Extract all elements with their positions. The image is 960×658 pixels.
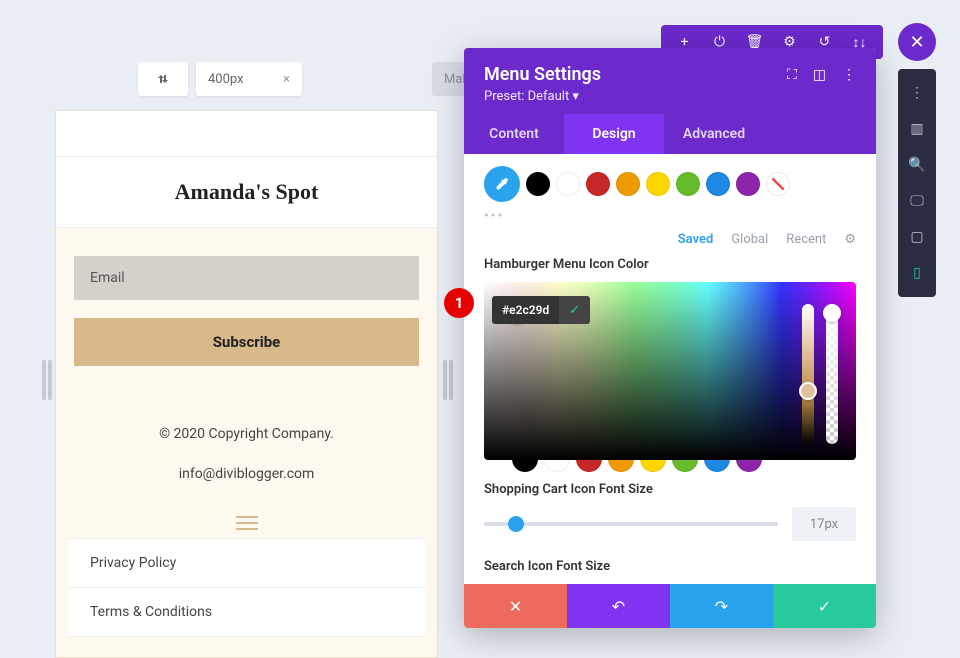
color-swatch[interactable] — [586, 172, 610, 196]
email-field[interactable]: Email — [74, 256, 419, 300]
hex-value[interactable]: #e2c29d — [492, 296, 559, 324]
save-button[interactable]: ✓ — [773, 584, 876, 628]
panel-title: Menu Settings — [484, 64, 601, 85]
copyright-text: © 2020 Copyright Company. — [56, 426, 437, 442]
color-swatch[interactable] — [646, 172, 670, 196]
palette-settings-icon[interactable]: ⚙ — [844, 232, 856, 247]
menu-item-privacy[interactable]: Privacy Policy — [68, 539, 425, 588]
color-swatch[interactable] — [706, 172, 730, 196]
tab-design[interactable]: Design — [564, 114, 664, 154]
resize-handle-right[interactable] — [449, 360, 453, 400]
palette-tabs: Saved Global Recent ⚙ — [484, 232, 856, 247]
range-knob[interactable] — [508, 516, 524, 532]
range-value[interactable]: 17px — [792, 507, 856, 541]
color-swatch-none[interactable] — [766, 172, 790, 196]
phone-icon[interactable]: ▯ — [901, 257, 933, 289]
email-placeholder: Email — [90, 270, 125, 286]
hex-input-chip: #e2c29d ✓ — [492, 296, 590, 324]
redo-button[interactable]: ↷ — [670, 584, 773, 628]
color-picker[interactable]: #e2c29d ✓ — [484, 282, 856, 460]
contact-email: info@diviblogger.com — [56, 466, 437, 482]
resize-handle-left[interactable] — [48, 360, 52, 400]
view-mode-bar: ⋮ ▥ 🔍 🖵 ▢ ▯ — [898, 69, 936, 297]
mobile-preview: Amanda's Spot Email Subscribe © 2020 Cop… — [55, 110, 438, 658]
search-icon-color-swatches — [484, 166, 856, 202]
footer: © 2020 Copyright Company. info@diviblogg… — [56, 426, 437, 530]
preview-width-chip[interactable]: 400px × — [196, 62, 302, 96]
hue-slider[interactable] — [802, 304, 814, 444]
panel-footer: ✕ ↶ ↷ ✓ — [464, 584, 876, 628]
panel-body: ••• Saved Global Recent ⚙ Hamburger Menu… — [464, 154, 876, 584]
annotation-badge-1: 1 — [444, 288, 474, 318]
menu-settings-panel: Menu Settings ⛶ ◫ ⋮ Preset: Default ▾ Co… — [464, 48, 876, 628]
width-sort-toggle[interactable] — [138, 62, 188, 96]
palette-tab-global[interactable]: Global — [731, 232, 768, 247]
columns-icon[interactable]: ◫ — [813, 67, 826, 83]
cart-font-size-label: Shopping Cart Icon Font Size — [484, 482, 856, 497]
hex-confirm-button[interactable]: ✓ — [559, 296, 590, 324]
palette-tab-saved[interactable]: Saved — [678, 232, 714, 247]
alpha-handle[interactable] — [823, 304, 841, 322]
target-icon[interactable]: ⛶ — [787, 67, 797, 83]
hamburger-color-label: Hamburger Menu Icon Color — [484, 257, 856, 272]
kebab-icon[interactable]: ⋮ — [842, 67, 856, 83]
panel-header: Menu Settings ⛶ ◫ ⋮ Preset: Default ▾ — [464, 48, 876, 114]
cart-font-size-control: 17px — [484, 507, 856, 541]
undo-button[interactable]: ↶ — [567, 584, 670, 628]
palette-tab-recent[interactable]: Recent — [786, 232, 826, 247]
subscribe-label: Subscribe — [213, 333, 281, 351]
preset-selector[interactable]: Preset: Default ▾ — [484, 89, 856, 104]
color-swatch[interactable] — [736, 172, 760, 196]
desktop-icon[interactable]: 🖵 — [901, 185, 933, 217]
site-title: Amanda's Spot — [56, 179, 437, 205]
resize-handle-right[interactable] — [443, 360, 447, 400]
tab-advanced[interactable]: Advanced — [664, 114, 764, 154]
sort-icon — [157, 73, 169, 85]
eyedropper-icon — [494, 176, 510, 192]
color-swatch[interactable] — [556, 172, 580, 196]
subscribe-form: Email Subscribe — [56, 228, 437, 388]
tablet-icon[interactable]: ▢ — [901, 221, 933, 253]
close-panel-button[interactable]: ✕ — [898, 23, 936, 61]
clear-width-icon[interactable]: × — [283, 72, 290, 87]
eyedropper-button[interactable] — [484, 166, 520, 202]
menu-item-terms[interactable]: Terms & Conditions — [68, 588, 425, 637]
menu-dropdown: Privacy Policy Terms & Conditions — [68, 538, 425, 637]
range-slider[interactable] — [484, 522, 778, 526]
subscribe-button[interactable]: Subscribe — [74, 318, 419, 366]
wireframe-icon[interactable]: ▥ — [901, 113, 933, 145]
more-colors-icon[interactable]: ••• — [484, 208, 856, 224]
preview-padding — [56, 111, 437, 156]
preview-width-value: 400px — [208, 72, 244, 87]
resize-handle-left[interactable] — [42, 360, 46, 400]
menu-icon[interactable]: ⋮ — [901, 77, 933, 109]
color-swatch[interactable] — [616, 172, 640, 196]
panel-tabs: Content Design Advanced — [464, 114, 876, 154]
alpha-slider[interactable] — [826, 304, 838, 444]
tab-content[interactable]: Content — [464, 114, 564, 154]
cancel-button[interactable]: ✕ — [464, 584, 567, 628]
close-icon: ✕ — [909, 32, 924, 53]
zoom-icon[interactable]: 🔍 — [901, 149, 933, 181]
color-swatch[interactable] — [676, 172, 700, 196]
hamburger-menu-icon[interactable] — [236, 516, 258, 530]
site-title-bar: Amanda's Spot — [56, 156, 437, 228]
hue-handle[interactable] — [799, 382, 817, 400]
search-font-size-label: Search Icon Font Size — [484, 559, 856, 574]
color-swatch[interactable] — [526, 172, 550, 196]
